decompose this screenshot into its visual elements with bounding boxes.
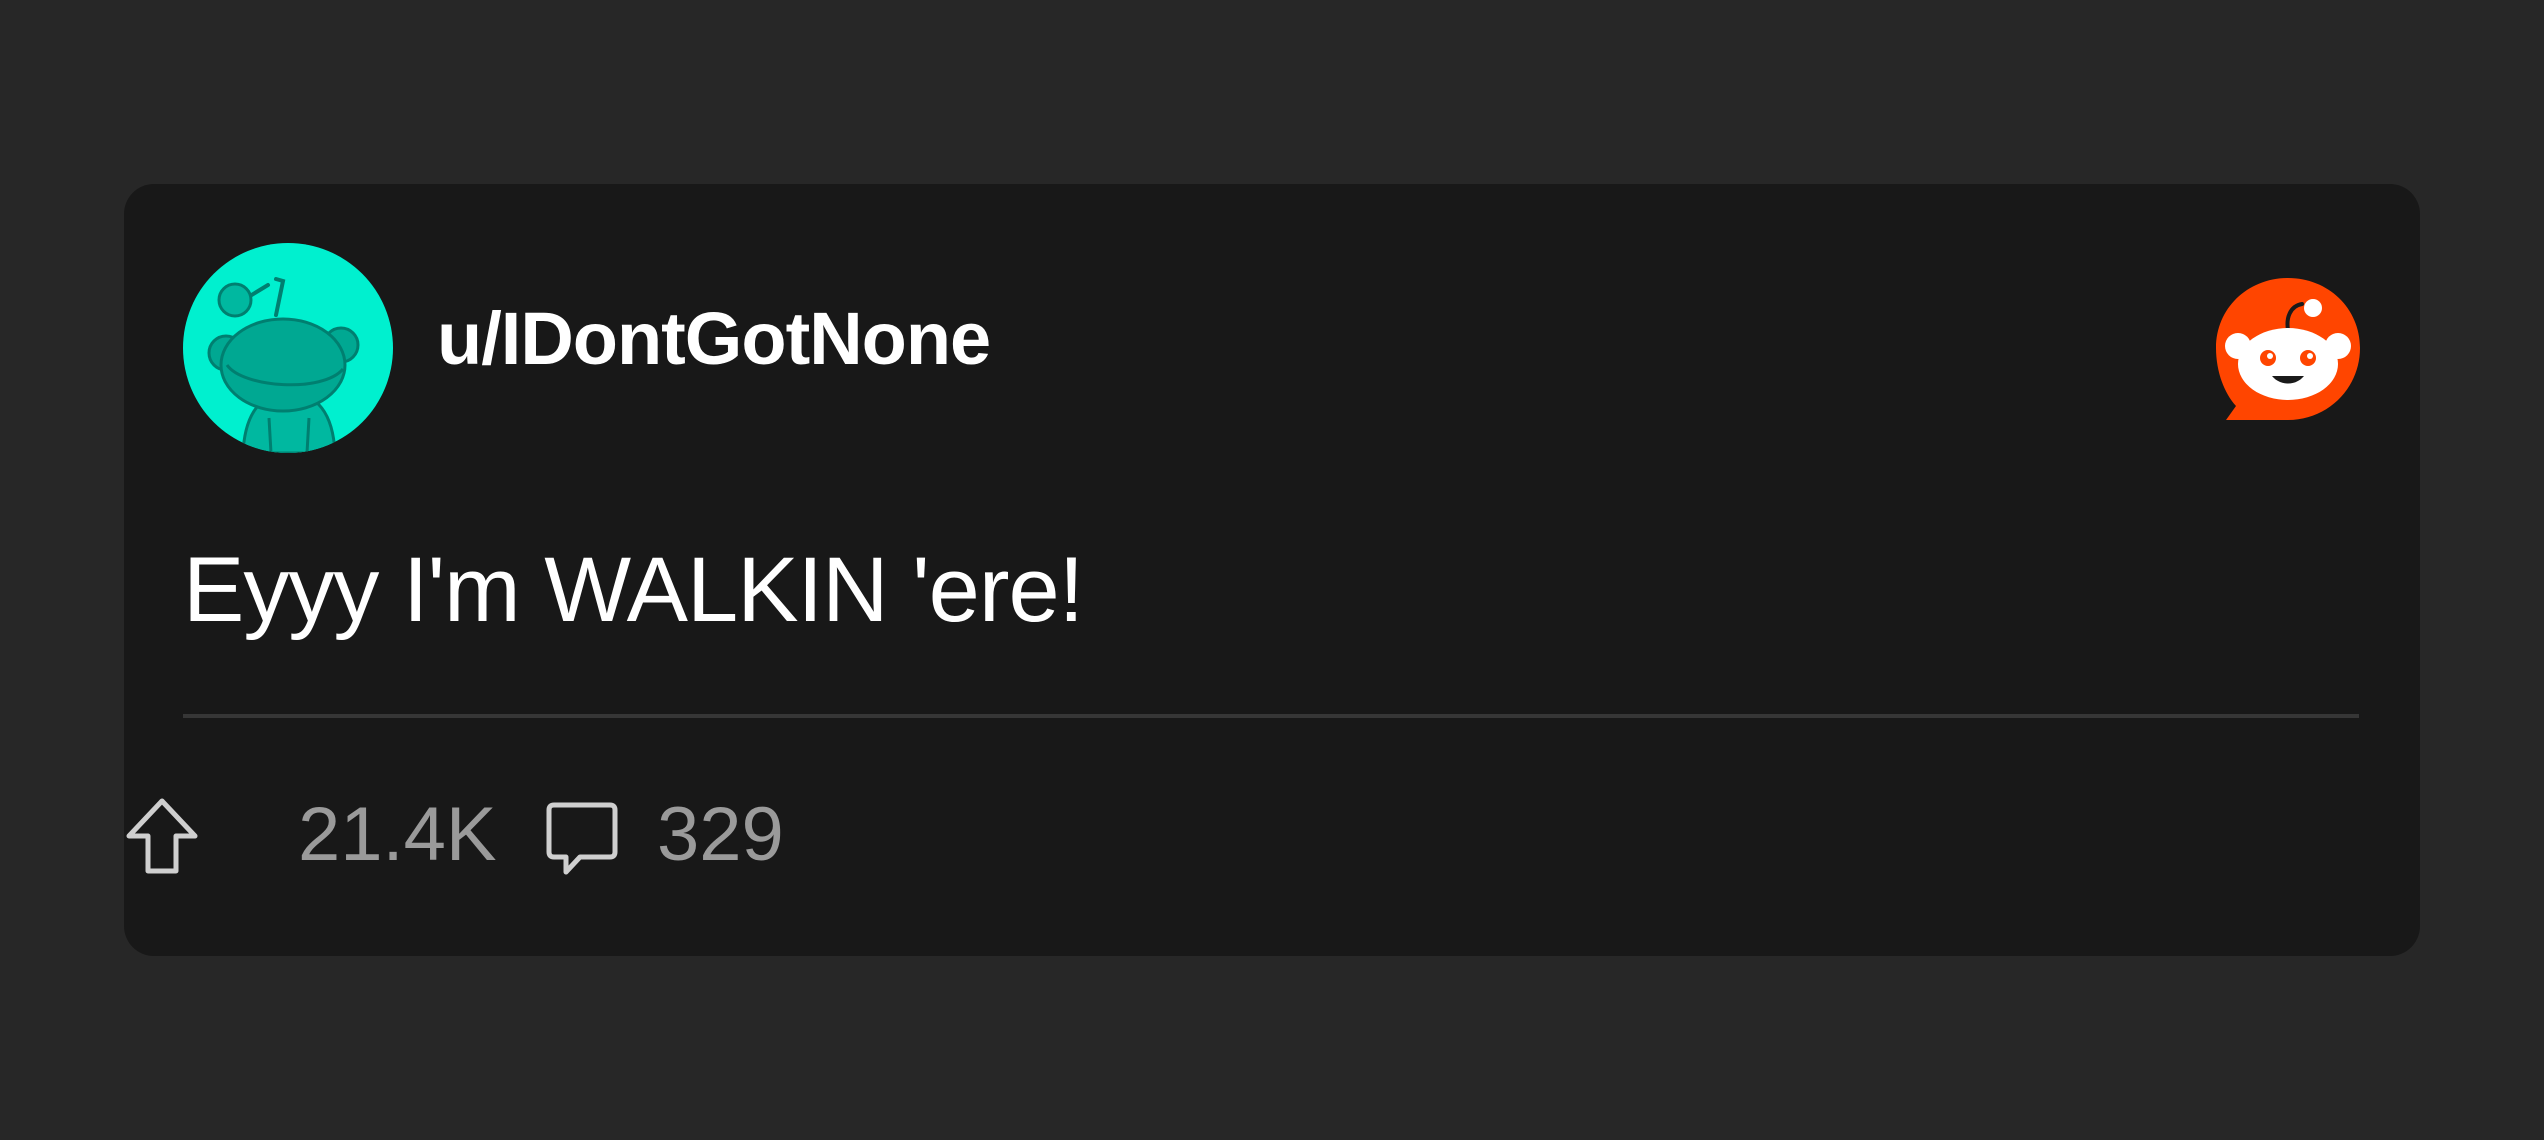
post-author-username[interactable]: u/IDontGotNone bbox=[437, 302, 991, 376]
post-body-text: Eyyy I'm WALKIN 'ere! bbox=[183, 539, 1084, 641]
post-card: u/IDontGotNone Eyyy I'm WALKIN 'ere! 21.… bbox=[124, 184, 2420, 956]
snoo-avatar-icon[interactable] bbox=[183, 243, 393, 453]
reddit-logo-icon bbox=[2216, 278, 2360, 422]
comment-count: 329 bbox=[657, 792, 784, 877]
divider bbox=[183, 714, 2359, 718]
upvote-arrow-icon[interactable] bbox=[126, 798, 198, 874]
comment-bubble-icon[interactable] bbox=[546, 802, 618, 876]
upvote-count: 21.4K bbox=[298, 792, 497, 877]
